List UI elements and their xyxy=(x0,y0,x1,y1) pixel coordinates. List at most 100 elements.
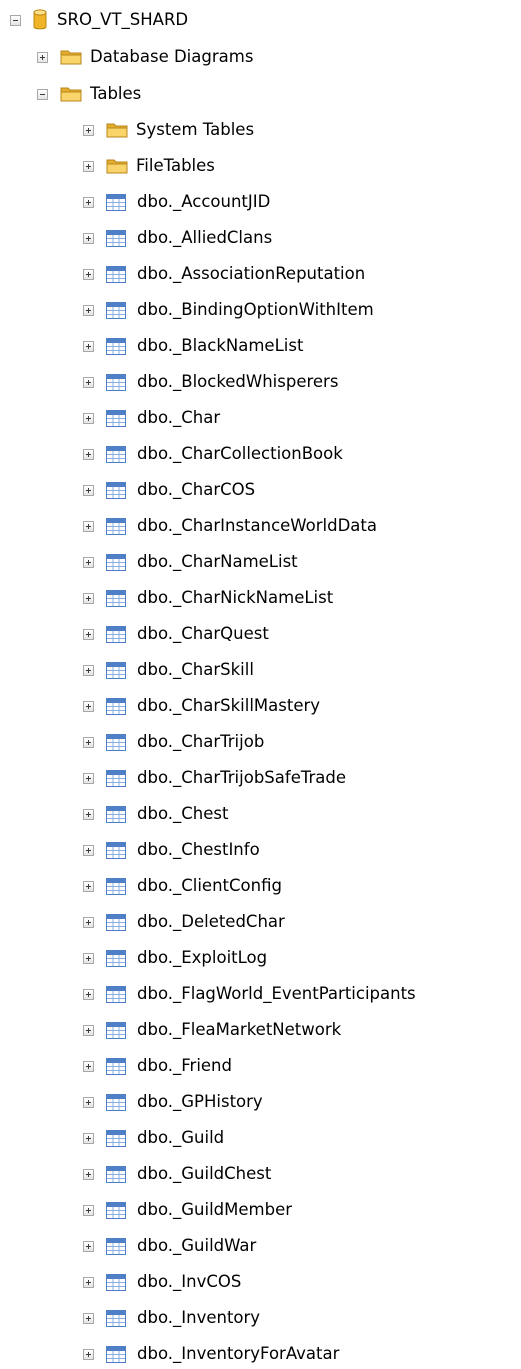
tree-node-table[interactable]: dbo._CharCOS xyxy=(83,475,255,505)
table-icon xyxy=(106,517,126,535)
tree-node-table[interactable]: dbo._CharInstanceWorldData xyxy=(83,511,377,541)
tree-node-table[interactable]: dbo._Char xyxy=(83,403,220,433)
table-icon xyxy=(106,1093,126,1111)
expand-toggle-icon[interactable] xyxy=(83,844,94,856)
tree-node-table[interactable]: dbo._BindingOptionWithItem xyxy=(83,295,374,325)
tree-node-table[interactable]: dbo._ExploitLog xyxy=(83,943,267,973)
expand-toggle-icon[interactable] xyxy=(83,1348,94,1360)
tree-node-table[interactable]: dbo._GuildWar xyxy=(83,1231,256,1261)
expand-toggle-icon[interactable] xyxy=(83,1060,94,1072)
table-icon xyxy=(106,949,126,967)
tree-node-system-tables[interactable]: System Tables xyxy=(83,115,254,145)
expand-toggle-icon[interactable] xyxy=(83,1132,94,1144)
tables-label: Tables xyxy=(90,84,142,103)
tree-node-table[interactable]: dbo._InvCOS xyxy=(83,1267,241,1297)
tree-node-table[interactable]: dbo._ChestInfo xyxy=(83,835,260,865)
tree-node-file-tables[interactable]: FileTables xyxy=(83,151,215,181)
expand-toggle-icon[interactable] xyxy=(83,232,94,244)
expand-toggle-icon[interactable] xyxy=(83,952,94,964)
expand-toggle-icon[interactable] xyxy=(83,664,94,676)
expand-toggle-icon[interactable] xyxy=(83,124,94,136)
tree-node-table[interactable]: dbo._CharTrijob xyxy=(83,727,264,757)
expand-toggle-icon[interactable] xyxy=(83,160,94,172)
expand-toggle-icon[interactable] xyxy=(83,412,94,424)
tree-node-database[interactable]: SRO_VT_SHARD xyxy=(10,5,188,35)
table-icon xyxy=(106,1165,126,1183)
expand-toggle-icon[interactable] xyxy=(83,304,94,316)
tree-node-table[interactable]: dbo._AssociationReputation xyxy=(83,259,365,289)
table-label: dbo._CharInstanceWorldData xyxy=(137,516,377,535)
tree-node-table[interactable]: dbo._AlliedClans xyxy=(83,223,272,253)
tree-node-table[interactable]: dbo._CharTrijobSafeTrade xyxy=(83,763,346,793)
expand-toggle-icon[interactable] xyxy=(83,1312,94,1324)
expand-toggle-icon[interactable] xyxy=(83,700,94,712)
tree-node-table[interactable]: dbo._CharSkillMastery xyxy=(83,691,320,721)
table-icon xyxy=(106,373,126,391)
expand-toggle-icon[interactable] xyxy=(83,520,94,532)
tree-node-table[interactable]: dbo._DeletedChar xyxy=(83,907,285,937)
expand-toggle-icon[interactable] xyxy=(83,1096,94,1108)
expand-toggle-icon[interactable] xyxy=(83,1024,94,1036)
tree-node-table[interactable]: dbo._InventoryForAvatar xyxy=(83,1339,339,1369)
expand-toggle-icon[interactable] xyxy=(83,736,94,748)
table-icon xyxy=(106,841,126,859)
collapse-toggle-icon[interactable] xyxy=(37,88,48,100)
tree-node-table[interactable]: dbo._Inventory xyxy=(83,1303,260,1333)
expand-toggle-icon[interactable] xyxy=(83,988,94,1000)
table-label: dbo._AssociationReputation xyxy=(137,264,366,283)
tree-node-table[interactable]: dbo._BlackNameList xyxy=(83,331,303,361)
expand-toggle-icon[interactable] xyxy=(83,916,94,928)
tree-node-table[interactable]: dbo._AccountJID xyxy=(83,187,270,217)
tree-node-table[interactable]: dbo._GuildMember xyxy=(83,1195,292,1225)
table-icon xyxy=(106,229,126,247)
table-label: dbo._Friend xyxy=(137,1056,232,1075)
expand-toggle-icon[interactable] xyxy=(83,1240,94,1252)
tree-node-table[interactable]: dbo._CharNameList xyxy=(83,547,298,577)
expand-toggle-icon[interactable] xyxy=(83,772,94,784)
folder-icon xyxy=(106,123,128,138)
expand-toggle-icon[interactable] xyxy=(37,51,48,63)
tree-node-table[interactable]: dbo._GPHistory xyxy=(83,1087,263,1117)
expand-toggle-icon[interactable] xyxy=(83,340,94,352)
expand-toggle-icon[interactable] xyxy=(83,448,94,460)
expand-toggle-icon[interactable] xyxy=(83,268,94,280)
expand-toggle-icon[interactable] xyxy=(83,592,94,604)
tree-node-table[interactable]: dbo._CharCollectionBook xyxy=(83,439,343,469)
expand-toggle-icon[interactable] xyxy=(83,556,94,568)
expand-toggle-icon[interactable] xyxy=(83,808,94,820)
tree-node-table[interactable]: dbo._FleaMarketNetwork xyxy=(83,1015,341,1045)
expand-toggle-icon[interactable] xyxy=(83,484,94,496)
expand-toggle-icon[interactable] xyxy=(83,880,94,892)
tree-node-tables[interactable]: Tables xyxy=(37,79,141,109)
tree-node-table[interactable]: dbo._FlagWorld_EventParticipants xyxy=(83,979,416,1009)
tree-node-table[interactable]: dbo._CharQuest xyxy=(83,619,269,649)
tree-node-table[interactable]: dbo._CharNickNameList xyxy=(83,583,333,613)
table-label: dbo._GuildChest xyxy=(137,1164,272,1183)
tree-node-table[interactable]: dbo._Guild xyxy=(83,1123,224,1153)
expand-toggle-icon[interactable] xyxy=(83,196,94,208)
tree-node-table[interactable]: dbo._Chest xyxy=(83,799,228,829)
tree-node-table[interactable]: dbo._GuildChest xyxy=(83,1159,271,1189)
expand-toggle-icon[interactable] xyxy=(83,1168,94,1180)
table-label: dbo._Chest xyxy=(137,804,229,823)
collapse-toggle-icon[interactable] xyxy=(10,14,21,26)
expand-toggle-icon[interactable] xyxy=(83,628,94,640)
tree-node-database-diagrams[interactable]: Database Diagrams xyxy=(37,42,253,72)
table-icon xyxy=(106,733,126,751)
table-label: dbo._GuildMember xyxy=(137,1200,293,1219)
table-label: dbo._ChestInfo xyxy=(137,840,260,859)
table-label: dbo._CharNameList xyxy=(137,552,298,571)
tree-node-table[interactable]: dbo._BlockedWhisperers xyxy=(83,367,338,397)
tree-node-table[interactable]: dbo._CharSkill xyxy=(83,655,254,685)
tree-node-table[interactable]: dbo._Friend xyxy=(83,1051,232,1081)
file-tables-label: FileTables xyxy=(136,156,215,175)
expand-toggle-icon[interactable] xyxy=(83,1204,94,1216)
table-label: dbo._CharSkill xyxy=(137,660,254,679)
table-label: dbo._AccountJID xyxy=(137,192,271,211)
table-label: dbo._CharQuest xyxy=(137,624,269,643)
expand-toggle-icon[interactable] xyxy=(83,376,94,388)
database-icon xyxy=(33,9,47,30)
expand-toggle-icon[interactable] xyxy=(83,1276,94,1288)
folder-icon xyxy=(60,50,82,65)
tree-node-table[interactable]: dbo._ClientConfig xyxy=(83,871,282,901)
